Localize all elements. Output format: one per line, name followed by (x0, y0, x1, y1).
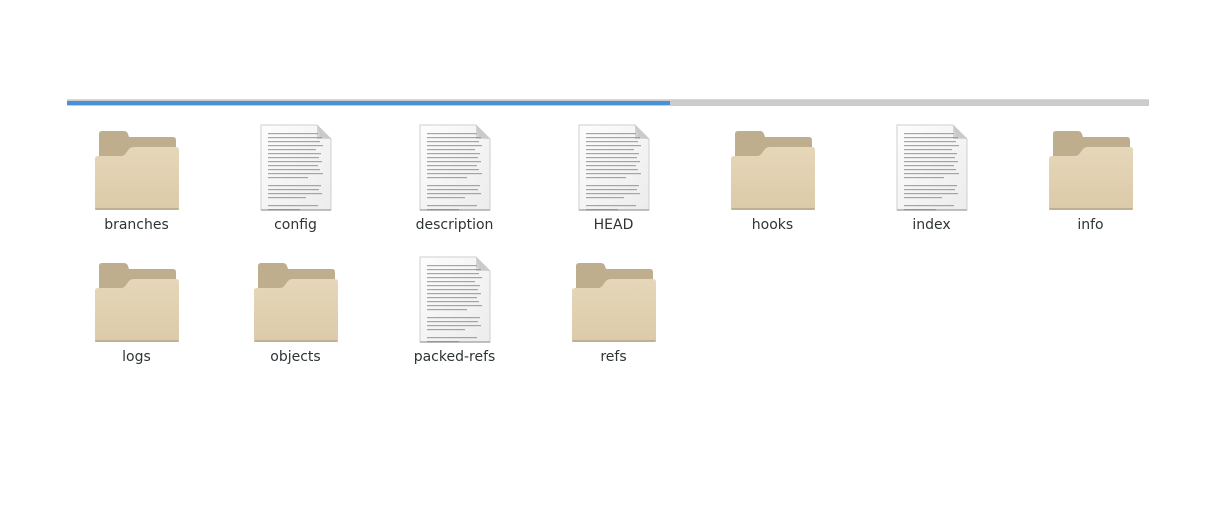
item-label: info (1077, 217, 1104, 233)
file-view[interactable]: branches config description HEAD hooks i… (0, 0, 1217, 520)
file-item[interactable]: HEAD (534, 118, 693, 250)
progress-fill (67, 101, 670, 105)
text-file-icon (375, 250, 534, 344)
folder-icon (693, 118, 852, 212)
file-item[interactable]: config (216, 118, 375, 250)
folder-icon (57, 118, 216, 212)
text-file-icon (534, 118, 693, 212)
item-label: refs (600, 349, 627, 365)
item-label: index (912, 217, 951, 233)
text-file-icon (216, 118, 375, 212)
file-item[interactable]: description (375, 118, 534, 250)
folder-icon (534, 250, 693, 344)
item-label: hooks (751, 217, 794, 233)
folder-item[interactable]: hooks (693, 118, 852, 250)
folder-item[interactable]: logs (57, 250, 216, 382)
item-label: objects (270, 349, 321, 365)
folder-item[interactable]: refs (534, 250, 693, 382)
folder-icon (57, 250, 216, 344)
item-label: packed-refs (413, 349, 496, 365)
text-file-icon (375, 118, 534, 212)
folder-item[interactable]: info (1011, 118, 1170, 250)
item-label: logs (122, 349, 151, 365)
file-item[interactable]: packed-refs (375, 250, 534, 382)
item-label: branches (104, 217, 169, 233)
text-file-icon (852, 118, 1011, 212)
item-label: HEAD (593, 217, 634, 233)
file-item[interactable]: index (852, 118, 1011, 250)
item-label: config (274, 217, 317, 233)
file-grid: branches config description HEAD hooks i… (57, 118, 1167, 382)
item-label: description (415, 217, 494, 233)
loading-progress-bar (67, 99, 1149, 106)
folder-item[interactable]: objects (216, 250, 375, 382)
folder-item[interactable]: branches (57, 118, 216, 250)
folder-icon (1011, 118, 1170, 212)
folder-icon (216, 250, 375, 344)
